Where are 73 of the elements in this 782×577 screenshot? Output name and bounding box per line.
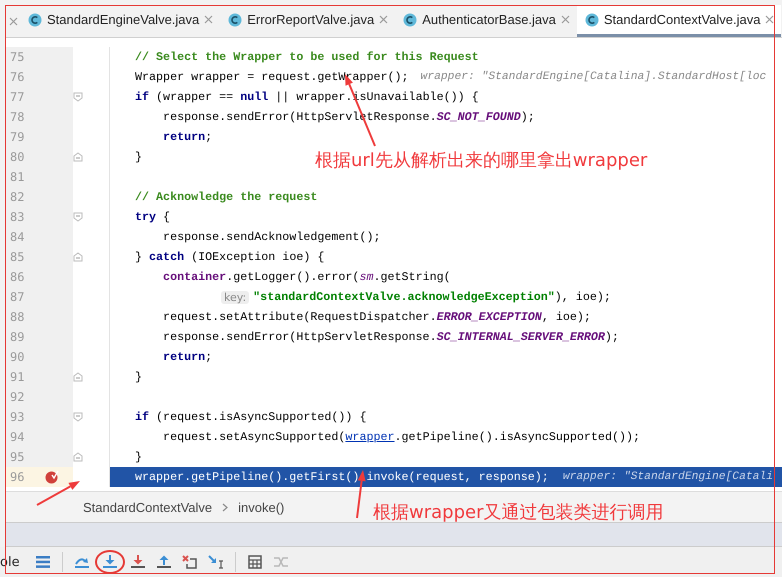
line-number: 84 (10, 230, 26, 244)
code-line: container.getLogger().error(sm.getString( (162, 270, 451, 284)
list-icon[interactable] (34, 555, 51, 569)
line-number: 90 (10, 350, 26, 364)
fold-icon[interactable] (73, 92, 83, 102)
code-line: try { (135, 210, 170, 224)
code-line: // Acknowledge the request (135, 190, 318, 204)
code-line: request.setAttribute(RequestDispatcher.ERROR_EXCEPTION, ioe); (162, 310, 591, 324)
code-line: response.sendError(HttpServletResponse.SC_INTERNAL_SERVER_ERROR); (162, 330, 619, 344)
code-line: } (135, 150, 142, 164)
line-number: 77 (10, 90, 26, 104)
code-line: } (135, 370, 142, 384)
line-number: 91 (10, 370, 26, 384)
annotation-note: 根据wrapper又通过包装类进行调用 (373, 501, 664, 524)
line-number: 95 (10, 450, 26, 464)
run-to-cursor-icon[interactable] (208, 555, 224, 569)
line-number: 78 (10, 110, 26, 124)
step-into-icon[interactable] (102, 555, 118, 569)
line-number: 88 (10, 310, 26, 324)
drop-frame-icon[interactable] (182, 555, 198, 569)
code-line: key: "standardContextValve.acknowledgeException"), ioe); (135, 290, 611, 304)
editor-tab[interactable]: ErrorReportValve.java (220, 5, 396, 37)
chevron-icon (222, 502, 228, 512)
code-line: } (135, 450, 142, 464)
fold-icon[interactable] (73, 152, 83, 162)
close-icon[interactable] (8, 16, 18, 26)
class-icon (584, 12, 599, 26)
line-number: 96 (10, 470, 26, 484)
line-number: 76 (10, 70, 26, 84)
editor-tab[interactable]: AuthenticatorBase.java (395, 5, 577, 37)
fold-icon[interactable] (73, 212, 83, 222)
breadcrumb-item[interactable]: StandardContextValve (83, 500, 212, 514)
line-number: 87 (10, 290, 26, 304)
line-number: 93 (10, 410, 26, 424)
force-step-into-icon[interactable] (130, 555, 146, 569)
code-line: response.sendAcknowledgement(); (162, 230, 380, 244)
fold-icon[interactable] (73, 452, 83, 462)
step-out-icon[interactable] (156, 555, 172, 569)
class-icon (228, 12, 242, 26)
line-number: 94 (10, 430, 26, 444)
breadcrumb-item[interactable]: invoke() (238, 500, 284, 514)
class-icon (403, 12, 418, 26)
fold-icon[interactable] (73, 372, 83, 382)
line-number: 92 (10, 390, 26, 404)
annotation-arrow (36, 481, 80, 506)
editor-tab[interactable]: StandardEngineValve.java (20, 5, 220, 37)
toolbar-button[interactable] (94, 550, 125, 574)
line-number: 79 (10, 130, 26, 144)
code-line: // Select the Wrapper to be used for this Request (135, 50, 479, 64)
calculator-icon[interactable] (248, 555, 262, 569)
code-line: request.setAsyncSupported(wrapper.getPipeline().isAsyncSupported()); (162, 430, 640, 444)
annotation-note: 根据url先从解析出来的哪里拿出wrapper (315, 149, 648, 172)
close-icon[interactable] (765, 15, 774, 24)
code-line: return; (162, 350, 212, 364)
code-line: return; (162, 130, 212, 144)
editor-tab[interactable]: StandardContextValve.java (576, 5, 782, 37)
close-icon[interactable] (560, 15, 570, 24)
fold-icon[interactable] (73, 252, 83, 262)
line-number: 86 (10, 270, 26, 284)
fold-icon[interactable] (73, 412, 83, 422)
close-icon[interactable] (379, 15, 388, 24)
line-number: 80 (10, 150, 26, 164)
class-icon (28, 12, 42, 26)
code-line: } catch (IOException ioe) { (135, 250, 324, 264)
line-number: 81 (10, 170, 26, 184)
close-icon[interactable] (204, 15, 214, 24)
breakpoint-icon[interactable] (45, 470, 59, 484)
line-number: 75 (10, 50, 26, 64)
line-number: 83 (10, 210, 26, 224)
line-number: 82 (10, 190, 26, 204)
line-number: 89 (10, 330, 26, 344)
line-number: 85 (10, 250, 26, 264)
code-line: if (request.isAsyncSupported()) { (135, 410, 366, 424)
